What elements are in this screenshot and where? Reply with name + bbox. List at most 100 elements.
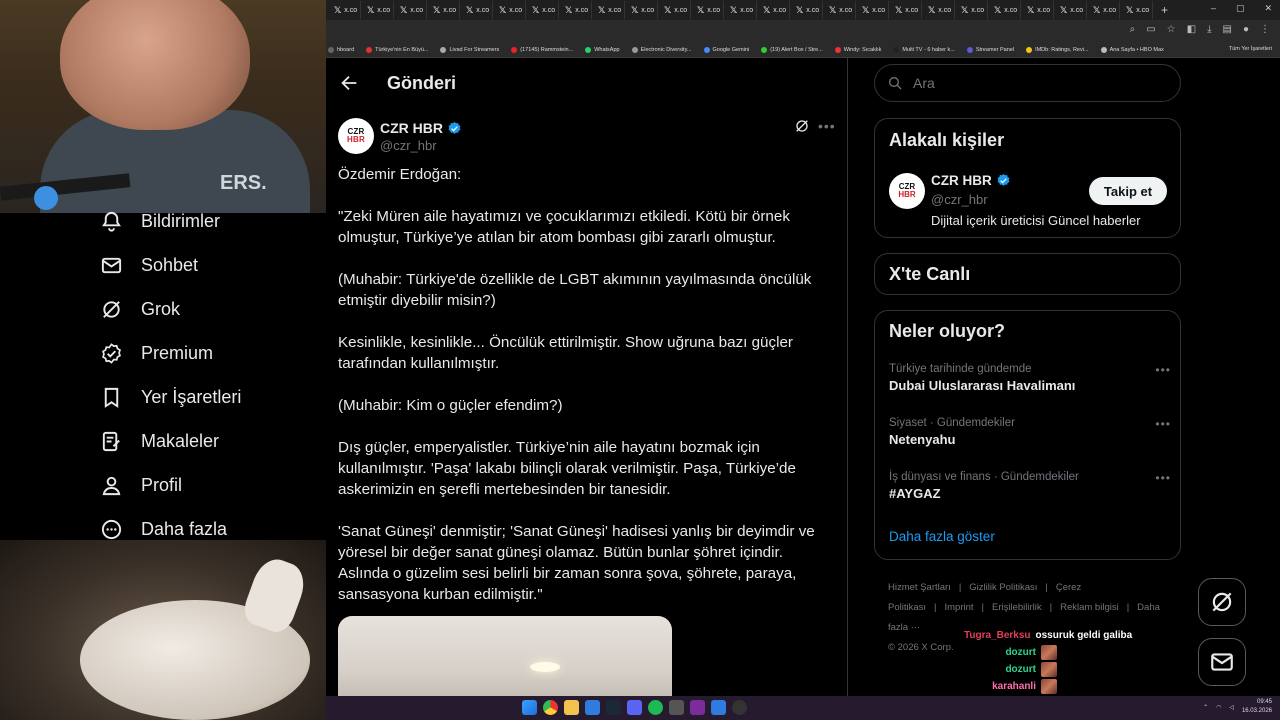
wifi-icon[interactable]: ◠ — [1216, 704, 1221, 711]
bookmark-item[interactable]: (17145) Rammstein... — [511, 46, 573, 53]
trend-item[interactable]: Türkiye tarihinde gündemde Dubai Uluslara… — [889, 363, 1171, 393]
bookmark-item[interactable]: (19) Alert Box / Stre... — [761, 46, 823, 53]
app-icon[interactable] — [585, 700, 600, 715]
grok-fab-button[interactable] — [1198, 578, 1246, 626]
post-media-image[interactable] — [338, 616, 672, 696]
taskbar-clock[interactable]: 09:45 16.03.2026 — [1242, 698, 1272, 716]
trend-more-icon[interactable]: ••• — [1155, 471, 1171, 485]
nav-item-sohbet[interactable]: Sohbet — [100, 254, 198, 277]
minimize-icon[interactable]: – — [1211, 3, 1216, 14]
follow-button[interactable]: Takip et — [1089, 177, 1167, 205]
bookmark-item[interactable]: IMDb: Ratings, Revi... — [1026, 46, 1089, 53]
nav-item-makaleler[interactable]: Makaleler — [100, 430, 219, 453]
app-icon[interactable] — [669, 700, 684, 715]
browser-tab[interactable]: 𝕏x.co — [363, 1, 394, 19]
author-name[interactable]: CZR HBR — [380, 120, 462, 136]
browser-tab[interactable]: 𝕏x.co — [627, 1, 658, 19]
obs-icon[interactable] — [732, 700, 747, 715]
footer-link[interactable]: Hizmet Şartları — [888, 582, 951, 593]
bookmark-item[interactable]: hboard — [328, 46, 354, 53]
related-user-avatar[interactable]: CZR HBR — [889, 173, 925, 209]
browser-tab[interactable]: 𝕏x.co — [792, 1, 823, 19]
browser-tab[interactable]: 𝕏x.co — [957, 1, 988, 19]
search-icon[interactable]: ⌕ — [1130, 24, 1136, 35]
browser-tab[interactable]: 𝕏x.co — [858, 1, 889, 19]
browser-tab[interactable]: 𝕏x.co — [990, 1, 1021, 19]
browser-tab[interactable]: 𝕏x.co — [1056, 1, 1087, 19]
browser-tab[interactable]: 𝕏x.co — [495, 1, 526, 19]
back-arrow-icon[interactable] — [338, 72, 360, 94]
show-more-link[interactable]: Daha fazla göster — [889, 529, 995, 544]
browser-tab[interactable]: 𝕏x.co — [891, 1, 922, 19]
bookmark-item[interactable]: WhatsApp — [585, 46, 620, 53]
author-avatar[interactable]: CZR HBR — [338, 118, 374, 154]
messages-fab-button[interactable] — [1198, 638, 1246, 686]
nav-item-profil[interactable]: Profil — [100, 474, 182, 497]
browser-tab[interactable]: 𝕏x.co — [1122, 1, 1153, 19]
all-bookmarks-link[interactable]: Tüm Yer İşaretleri — [1229, 46, 1272, 52]
profile-icon[interactable]: ● — [1243, 24, 1249, 35]
browser-tab[interactable]: 𝕏x.co — [660, 1, 691, 19]
nav-item-grok[interactable]: Grok — [100, 298, 180, 321]
new-tab-icon[interactable]: + — [1161, 3, 1168, 17]
extensions-icon[interactable]: ◧ — [1187, 24, 1196, 35]
windows-start-icon[interactable] — [522, 700, 537, 715]
author-handle[interactable]: @czr_hbr — [380, 138, 437, 153]
browser-tab[interactable]: 𝕏x.co — [462, 1, 493, 19]
more-options-icon[interactable]: ••• — [818, 118, 836, 134]
bookmark-item[interactable]: Google Gemini — [703, 46, 749, 53]
browser-tab[interactable]: 𝕏x.co — [1089, 1, 1120, 19]
footer-link[interactable]: Erişilebilirlik — [992, 602, 1042, 613]
discord-icon[interactable] — [627, 700, 642, 715]
volume-icon[interactable]: ◁ — [1229, 704, 1234, 711]
trend-item[interactable]: Siyaset · Gündemdekiler Netenyahu ••• — [889, 417, 1170, 447]
menu-icon[interactable]: ⋮ — [1260, 24, 1270, 35]
trend-more-icon[interactable]: ••• — [1155, 363, 1171, 377]
bookmark-item[interactable]: Ana Sayfa • HBO Max — [1100, 46, 1164, 53]
bookmark-item[interactable]: Multi TV - 6 haber k... — [893, 46, 955, 53]
footer-link[interactable]: Imprint — [944, 602, 973, 613]
browser-tab[interactable]: 𝕏x.co — [594, 1, 625, 19]
related-user-name[interactable]: CZR HBR — [931, 173, 1011, 188]
app-icon[interactable] — [711, 700, 726, 715]
related-user-handle[interactable]: @czr_hbr — [931, 192, 988, 207]
tab-search-icon[interactable]: ▤ — [1223, 24, 1232, 35]
nav-item-premium[interactable]: Premium — [100, 342, 213, 365]
browser-tab[interactable]: 𝕏x.co — [825, 1, 856, 19]
chrome-icon[interactable] — [543, 700, 558, 715]
browser-tab[interactable]: 𝕏x.co — [1023, 1, 1054, 19]
nav-item-yer-i̇şaretleri[interactable]: Yer İşaretleri — [100, 386, 241, 409]
footer-link[interactable]: Reklam bilgisi — [1060, 602, 1119, 613]
bookmark-item[interactable]: Streamer Panel — [966, 46, 1014, 53]
browser-tab[interactable]: 𝕏x.co — [924, 1, 955, 19]
browser-tab[interactable]: 𝕏x.co — [726, 1, 757, 19]
bookmark-item[interactable]: Livad For Streamers — [440, 46, 499, 53]
tray-chevron-icon[interactable]: ⌃ — [1203, 704, 1208, 711]
footer-link[interactable]: Gizlilik Politikası — [969, 582, 1037, 593]
grok-icon[interactable] — [794, 118, 810, 134]
cast-icon[interactable]: ▭ — [1146, 24, 1155, 35]
download-icon[interactable]: ⤓ — [1207, 24, 1211, 35]
star-icon[interactable]: ☆ — [1167, 24, 1176, 35]
browser-tab[interactable]: 𝕏x.co — [429, 1, 460, 19]
nav-item-daha-fazla[interactable]: Daha fazla — [100, 518, 227, 541]
steam-icon[interactable] — [606, 700, 621, 715]
browser-tab[interactable]: 𝕏x.co — [330, 1, 361, 19]
bookmark-item[interactable]: Electronic Diversity... — [631, 46, 692, 53]
close-icon[interactable]: ✕ — [1264, 3, 1272, 14]
browser-tab[interactable]: 𝕏x.co — [693, 1, 724, 19]
bookmark-item[interactable]: Türkiye'nin En Büyü... — [366, 46, 428, 53]
app-icon[interactable] — [690, 700, 705, 715]
maximize-icon[interactable]: ▢ — [1236, 3, 1245, 14]
browser-tab[interactable]: 𝕏x.co — [396, 1, 427, 19]
browser-tab[interactable]: 𝕏x.co — [759, 1, 790, 19]
x-live-card[interactable]: X'te Canlı — [874, 253, 1181, 295]
nav-item-bildirimler[interactable]: Bildirimler — [100, 210, 220, 233]
search-input[interactable]: Ara — [874, 64, 1181, 102]
spotify-icon[interactable] — [648, 700, 663, 715]
bookmark-item[interactable]: Windy: Sıcaklık — [834, 46, 881, 53]
trend-item[interactable]: İş dünyası ve finans · Gündemdekiler #AYG… — [889, 471, 1171, 501]
browser-tab[interactable]: 𝕏x.co — [561, 1, 592, 19]
file-explorer-icon[interactable] — [564, 700, 579, 715]
browser-tab[interactable]: 𝕏x.co — [528, 1, 559, 19]
